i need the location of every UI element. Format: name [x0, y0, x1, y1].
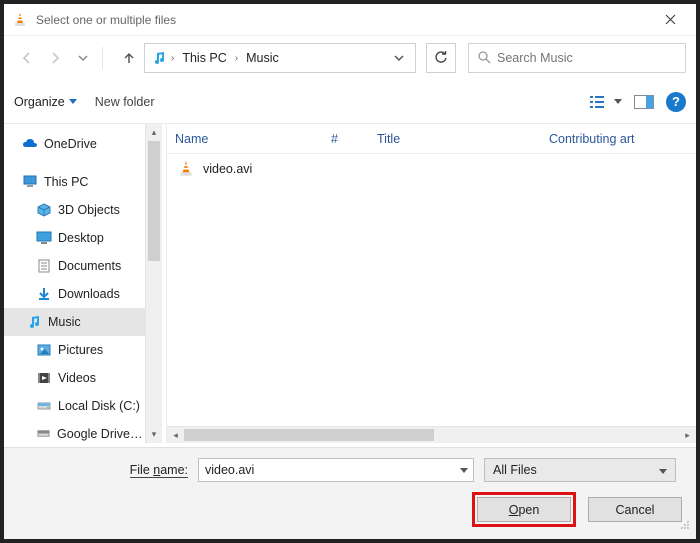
recent-locations-button[interactable] [70, 45, 96, 71]
scroll-right-button[interactable]: ▸ [679, 430, 696, 441]
scroll-down-button[interactable]: ▾ [146, 426, 162, 443]
tree-label: Desktop [58, 231, 104, 245]
tree-label: Documents [58, 259, 121, 273]
titlebar: Select one or multiple files [4, 4, 696, 36]
refresh-button[interactable] [426, 43, 456, 73]
close-button[interactable] [650, 6, 690, 34]
chevron-right-icon[interactable]: › [235, 53, 238, 64]
tree-label: Local Disk (C:) [58, 399, 140, 413]
organize-button[interactable]: Organize [14, 95, 77, 109]
vlc-cone-icon [12, 12, 28, 28]
tree-label: 3D Objects [58, 203, 120, 217]
tree-item-localdisk[interactable]: Local Disk (C:) [4, 392, 145, 420]
downloads-icon [36, 286, 52, 302]
search-input[interactable] [497, 51, 677, 65]
tree-label: This PC [44, 175, 88, 189]
nav-separator [102, 47, 110, 69]
filename-field[interactable] [198, 458, 474, 482]
toolbar: Organize New folder ? [4, 80, 696, 124]
desktop-icon [36, 230, 52, 246]
view-options-button[interactable] [590, 95, 622, 109]
tree-item-3dobjects[interactable]: 3D Objects [4, 196, 145, 224]
pictures-icon [36, 342, 52, 358]
col-header-num[interactable]: # [331, 132, 377, 146]
open-button-highlight: Open [472, 492, 576, 527]
sidebar-scrollbar[interactable]: ▴ ▾ [145, 124, 162, 443]
filename-dropdown[interactable] [455, 468, 473, 473]
content-area: OneDrive This PC 3D Objects Desktop [4, 124, 696, 443]
scroll-left-button[interactable]: ◂ [167, 430, 184, 441]
open-button[interactable]: Open [477, 497, 571, 522]
search-icon [477, 50, 491, 67]
up-button[interactable] [116, 45, 142, 71]
tree-item-pictures[interactable]: Pictures [4, 336, 145, 364]
scroll-thumb[interactable] [148, 141, 160, 261]
music-icon [26, 314, 42, 330]
scroll-thumb[interactable] [184, 429, 434, 441]
scroll-up-button[interactable]: ▴ [146, 124, 162, 141]
chevron-right-icon[interactable]: › [171, 53, 174, 64]
file-list-body[interactable]: video.avi [167, 154, 696, 426]
tree-label: Music [48, 315, 81, 329]
col-header-title[interactable]: Title [377, 132, 549, 146]
breadcrumb[interactable]: › This PC › Music [144, 43, 416, 73]
filename-label: File name: [18, 463, 188, 477]
pc-icon [22, 174, 38, 190]
tree-label: Pictures [58, 343, 103, 357]
music-icon [151, 50, 167, 66]
back-button[interactable] [14, 45, 40, 71]
videos-icon [36, 370, 52, 386]
file-row[interactable]: video.avi [167, 156, 696, 182]
tree-item-desktop[interactable]: Desktop [4, 224, 145, 252]
tree-label: Videos [58, 371, 96, 385]
breadcrumb-music[interactable]: Music [242, 51, 283, 65]
file-list: Name # Title Contributing art video.avi … [166, 124, 696, 443]
chevron-down-icon [659, 463, 667, 477]
tree-item-music[interactable]: Music [4, 308, 145, 336]
drive-icon [36, 426, 51, 442]
tree-item-documents[interactable]: Documents [4, 252, 145, 280]
search-box[interactable] [468, 43, 686, 73]
filename-input[interactable] [199, 463, 455, 477]
file-name: video.avi [203, 162, 252, 176]
cancel-button[interactable]: Cancel [588, 497, 682, 522]
column-headers: Name # Title Contributing art [167, 124, 696, 154]
file-open-dialog: Select one or multiple files › This PC ›… [0, 0, 700, 543]
tree-label: OneDrive [44, 137, 97, 151]
col-header-contrib[interactable]: Contributing art [549, 132, 696, 146]
breadcrumb-this-pc[interactable]: This PC [178, 51, 230, 65]
preview-pane-button[interactable] [634, 95, 654, 109]
tree-item-videos[interactable]: Videos [4, 364, 145, 392]
col-header-name[interactable]: Name [171, 132, 331, 146]
breadcrumb-dropdown[interactable] [389, 54, 409, 62]
navigation-bar: › This PC › Music [4, 36, 696, 80]
3dobjects-icon [36, 202, 52, 218]
tree-label: Downloads [58, 287, 120, 301]
filter-label: All Files [493, 463, 537, 477]
drive-icon [36, 398, 52, 414]
new-folder-button[interactable]: New folder [95, 95, 155, 109]
navigation-tree: OneDrive This PC 3D Objects Desktop [4, 124, 162, 443]
documents-icon [36, 258, 52, 274]
onedrive-icon [22, 136, 38, 152]
footer: File name: All Files Open Cancel [4, 447, 696, 539]
tree-label: Google Drive (G: [57, 427, 145, 441]
vlc-cone-icon [177, 160, 195, 178]
tree-item-downloads[interactable]: Downloads [4, 280, 145, 308]
tree-item-onedrive[interactable]: OneDrive [4, 130, 145, 158]
tree-item-googledrive[interactable]: Google Drive (G: [4, 420, 145, 443]
file-list-scrollbar[interactable]: ◂ ▸ [167, 426, 696, 443]
file-type-filter[interactable]: All Files [484, 458, 676, 482]
window-title: Select one or multiple files [36, 13, 650, 27]
forward-button[interactable] [42, 45, 68, 71]
help-button[interactable]: ? [666, 92, 686, 112]
tree-item-thispc[interactable]: This PC [4, 168, 145, 196]
organize-label: Organize [14, 95, 65, 109]
